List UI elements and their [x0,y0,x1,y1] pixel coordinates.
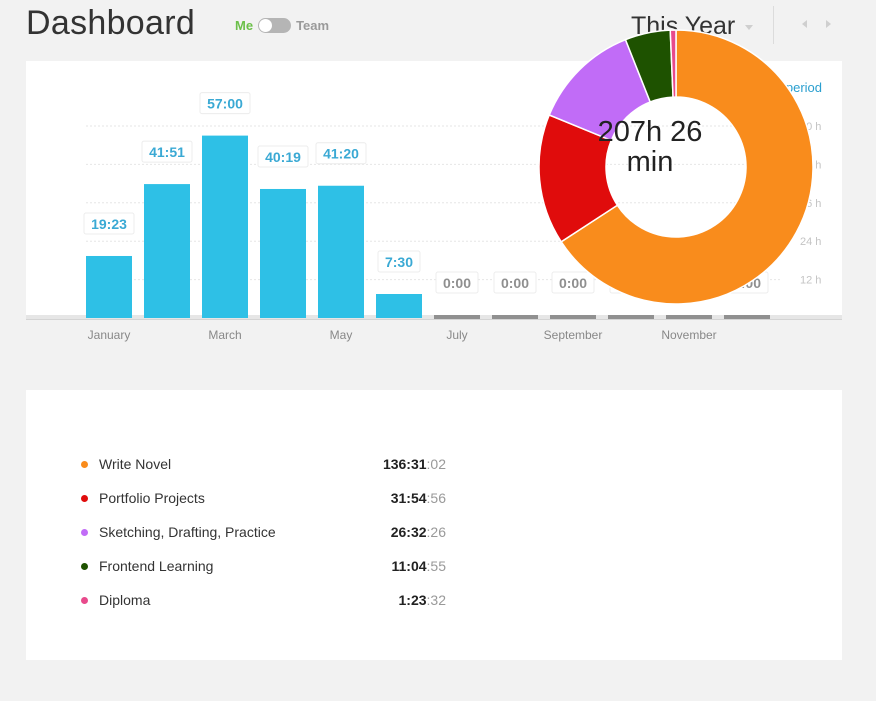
value-label: 19:23 [91,216,127,232]
duration-seconds: :55 [426,558,446,574]
duration-hm: 31:54 [390,490,427,506]
bar-may[interactable] [318,185,364,318]
project-color-dot [81,528,88,536]
project-color-dot [81,494,88,502]
project-duration: 26:32:26 [391,524,446,540]
duration-seconds: :56 [426,490,446,506]
project-duration: 31:54:56 [391,490,446,506]
duration-hm: 26:32 [390,524,427,540]
donut-total-line2: min [626,146,674,178]
duration-hm: 136:31 [382,456,427,472]
bar-february[interactable] [144,184,190,318]
duration-hm: 1:23 [398,592,427,608]
bar-june[interactable] [376,294,422,318]
value-label: 7:30 [385,254,413,270]
bar-march[interactable] [202,135,248,318]
project-legend: Write Novel 136:31:02 Portfolio Projects 31… [81,447,446,617]
x-tick-label: January [88,328,131,342]
value-label: 41:20 [323,146,359,162]
project-row[interactable]: Write Novel 136:31:02 [81,447,446,481]
duration-seconds: :26 [426,524,446,540]
duration-hm: 11:04 [391,558,427,574]
duration-seconds: :02 [426,456,446,472]
project-name: Sketching, Drafting, Practice [99,524,276,540]
bar-july[interactable] [434,315,480,319]
projects-card: Write Novel 136:31:02 Portfolio Projects 31… [26,390,842,660]
project-duration: 1:23:32 [399,592,447,608]
value-label: 41:51 [149,144,185,160]
x-tick-label: July [446,328,467,342]
project-color-dot [81,460,88,468]
donut-total-line1: 207h 26 [597,116,703,148]
project-donut-chart [538,29,814,305]
duration-seconds: :32 [426,592,446,608]
value-label: 40:19 [265,149,301,165]
project-name: Frontend Learning [99,558,214,574]
project-color-dot [81,562,88,570]
bar-april[interactable] [260,188,306,318]
value-label: 57:00 [207,96,243,112]
project-name: Diploma [99,592,151,608]
project-color-dot [81,596,88,604]
project-row[interactable]: Portfolio Projects 31:54:56 [81,481,446,515]
project-row[interactable]: Frontend Learning 11:04:55 [81,549,446,583]
project-name: Write Novel [99,456,172,472]
project-name: Portfolio Projects [99,490,205,506]
bar-january[interactable] [86,255,132,318]
donut-total: 207h 26 min [586,117,714,177]
x-tick-label: March [208,328,241,342]
project-row[interactable]: Sketching, Drafting, Practice 26:32:26 [81,515,446,549]
value-label: 0:00 [443,275,471,291]
x-tick-label: May [330,328,353,342]
project-row[interactable]: Diploma 1:23:32 [81,583,446,617]
project-duration: 136:31:02 [383,456,446,472]
project-duration: 11:04:55 [391,558,446,574]
